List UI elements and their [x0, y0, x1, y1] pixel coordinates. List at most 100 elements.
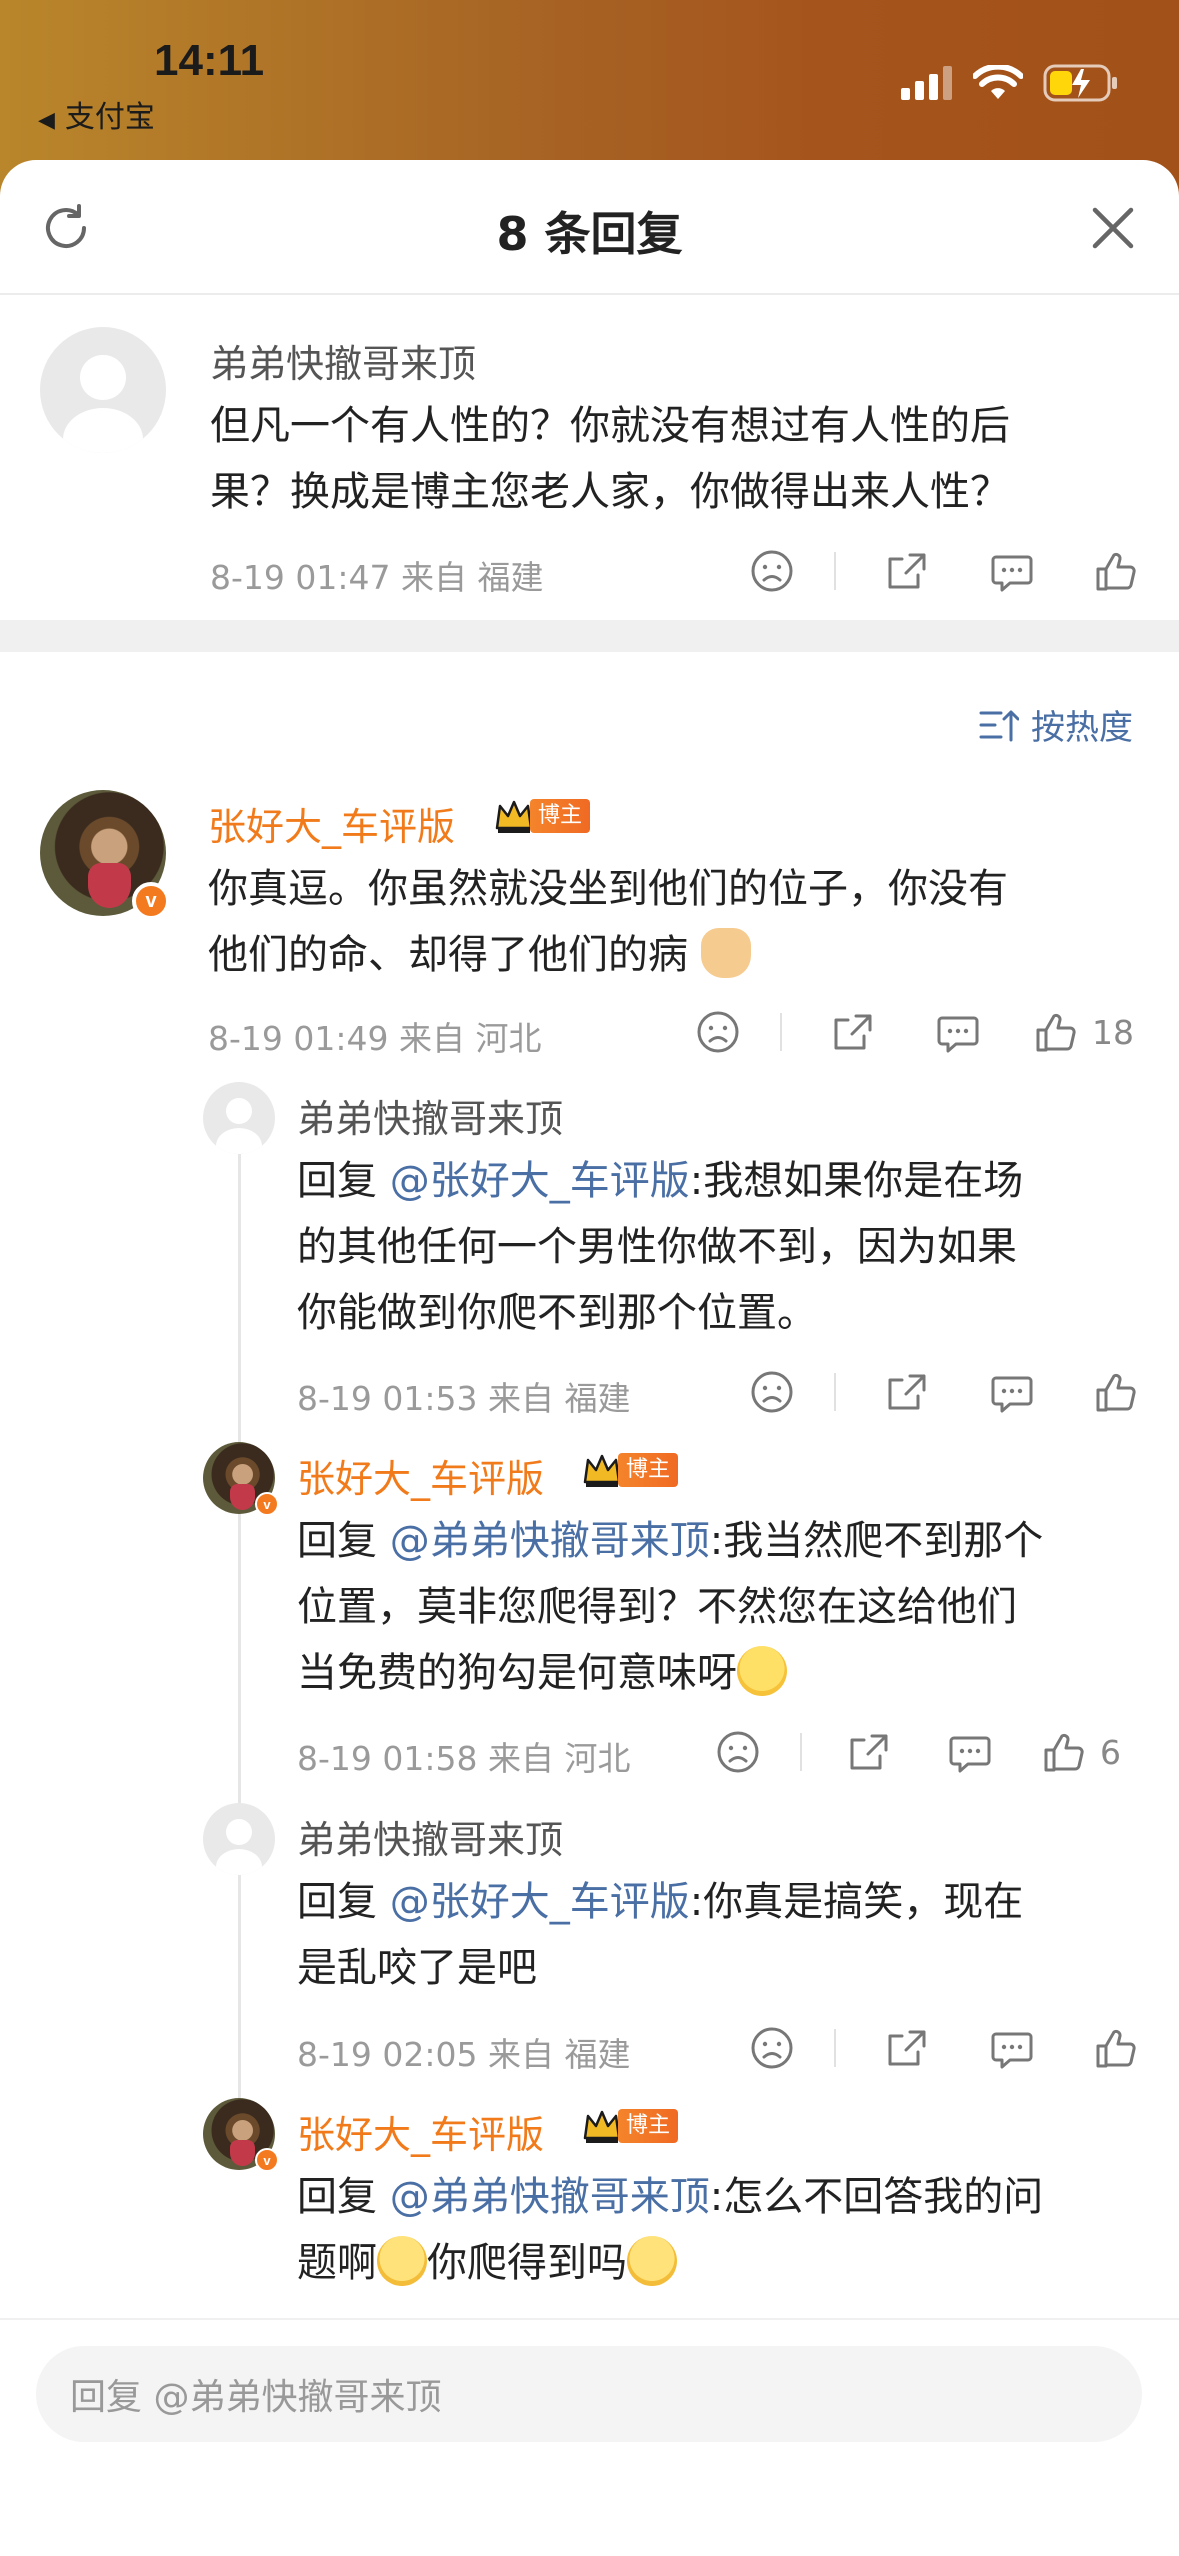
crown-icon — [583, 1454, 621, 1487]
comment-icon — [991, 1376, 1033, 1413]
blogger-badge-label: 博主 — [618, 1453, 679, 1487]
share-icon — [888, 2030, 926, 2066]
reply-text-line: 当免费的狗勾是何意味呀 — [297, 1640, 1043, 1706]
reply-input[interactable]: 回复 @弟弟快撤哥来顶 — [36, 2346, 1142, 2442]
reply-item: v 张好大_车评版 博主 回复 @弟弟快撤哥来顶:怎么不回答我的问 题啊 你爬得到… — [0, 2098, 1179, 2308]
avatar[interactable]: v — [40, 790, 170, 920]
verified-badge-icon: v — [255, 1492, 279, 1516]
like-button[interactable]: 18 — [1034, 1004, 1134, 1060]
comment-text: 但凡一个有人性的？你就没有想过有人性的后 果？换成是博主您老人家，你做得出来人性… — [210, 393, 1010, 525]
share-button[interactable] — [842, 1724, 898, 1780]
reply-text-line: 回复 @弟弟快撤哥来顶:我当然爬不到那个 — [297, 1508, 1043, 1574]
reply-username[interactable]: 弟弟快撤哥来顶 — [297, 1088, 563, 1143]
comment-username[interactable]: 张好大_车评版 — [208, 796, 455, 851]
sort-by-hot-button[interactable]: 按热度 — [979, 700, 1133, 749]
dislike-button[interactable] — [690, 1004, 746, 1060]
back-to-app-link[interactable]: ◀ 支付宝 — [38, 92, 155, 136]
comment-meta: 8-19 01:49 来自 河北 — [208, 1019, 542, 1058]
mention-link[interactable]: @张好大_车评版 — [390, 1879, 690, 1925]
reply-text-line: 回复 @弟弟快撤哥来顶:怎么不回答我的问 — [297, 2164, 1043, 2230]
reply-text-line: 回复 @张好大_车评版:我想如果你是在场 — [297, 1148, 1023, 1214]
close-icon[interactable] — [1087, 202, 1139, 254]
share-button[interactable] — [880, 543, 936, 599]
reply-bar: 回复 @弟弟快撤哥来顶 — [0, 2318, 1179, 2556]
reply-username[interactable]: 张好大_车评版 — [297, 1448, 544, 1503]
verified-badge-icon: v — [255, 2148, 279, 2172]
comment-meta: 8-19 01:47 来自 福建 — [210, 558, 544, 597]
reply-meta: 8-19 02:05 来自 福建 — [297, 2035, 631, 2074]
share-icon — [850, 1734, 888, 1770]
reply-button[interactable] — [930, 1004, 986, 1060]
reply-meta: 8-19 01:58 来自 河北 — [297, 1739, 631, 1778]
comment-text-line: 但凡一个有人性的？你就没有想过有人性的后 — [210, 403, 1010, 449]
share-button[interactable] — [880, 2020, 936, 2076]
thumbs-up-icon — [1036, 1013, 1076, 1052]
reply-text: 回复 @弟弟快撤哥来顶:我当然爬不到那个 位置，莫非您爬得到？不然您在这给他们 … — [297, 1508, 1043, 1706]
like-button[interactable] — [1088, 2020, 1144, 2076]
dislike-button[interactable] — [744, 2020, 800, 2076]
comment-icon — [949, 1736, 991, 1773]
reply-text: 回复 @张好大_车评版:我想如果你是在场 的其他任何一个男性你做不到，因为如果 … — [297, 1148, 1023, 1346]
avatar[interactable] — [203, 1082, 275, 1154]
comment-text-segment: 他们的命、却得了他们的病 — [208, 932, 688, 978]
avatar-figure — [230, 1483, 255, 1510]
status-time: 14:11 — [154, 36, 265, 85]
avatar[interactable] — [40, 327, 166, 453]
reply-text-line: 题啊 你爬得到吗 — [297, 2230, 1043, 2296]
reply-username[interactable]: 弟弟快撤哥来顶 — [297, 1809, 563, 1864]
dislike-button[interactable] — [744, 543, 800, 599]
action-separator — [800, 1733, 802, 1771]
mention-link[interactable]: @弟弟快撤哥来顶 — [390, 2174, 710, 2220]
reply-username[interactable]: 张好大_车评版 — [297, 2104, 544, 2159]
reply-button[interactable] — [984, 2020, 1040, 2076]
dislike-button[interactable] — [710, 1724, 766, 1780]
reply-button[interactable] — [984, 543, 1040, 599]
thumbs-up-icon — [1096, 552, 1136, 591]
reply-button[interactable] — [942, 1724, 998, 1780]
comment-icon — [937, 1016, 979, 1053]
share-button[interactable] — [826, 1004, 882, 1060]
avatar[interactable] — [203, 1803, 275, 1875]
status-icons — [901, 64, 1119, 102]
reply-item: 弟弟快撤哥来顶 回复 @张好大_车评版:我想如果你是在场 的其他任何一个男性你做… — [0, 1082, 1179, 1427]
like-count: 6 — [1100, 1732, 1121, 1772]
frown-icon — [751, 1371, 793, 1413]
comment-username[interactable]: 弟弟快撤哥来顶 — [210, 333, 476, 388]
sheet-title: 8 条回复 — [496, 207, 683, 261]
share-icon — [888, 553, 926, 589]
sort-icon — [979, 710, 1019, 741]
reply-text-segment: :我想如果你是在场 — [689, 1158, 1024, 1204]
reply-text-line: 位置，莫非您爬得到？不然您在这给他们 — [297, 1584, 1017, 1630]
avatar[interactable]: v — [203, 1442, 279, 1516]
action-separator — [834, 1373, 836, 1411]
reply-button[interactable] — [984, 1364, 1040, 1420]
frown-icon — [717, 1731, 759, 1773]
mention-link[interactable]: @弟弟快撤哥来顶 — [390, 1518, 710, 1564]
blogger-badge: 博主 — [582, 1452, 679, 1488]
frown-icon — [751, 2027, 793, 2069]
like-button[interactable] — [1088, 1364, 1144, 1420]
share-button[interactable] — [880, 1364, 936, 1420]
action-separator — [834, 552, 836, 590]
action-separator — [834, 2029, 836, 2067]
battery-icon — [1043, 64, 1117, 102]
reply-text: 回复 @张好大_车评版:你真是搞笑，现在 是乱咬了是吧 — [297, 1869, 1023, 2001]
like-button[interactable] — [1088, 543, 1144, 599]
thumbs-up-emoji-icon — [700, 928, 751, 978]
reply-text-segment: :你真是搞笑，现在 — [689, 1879, 1024, 1925]
dislike-button[interactable] — [744, 1364, 800, 1420]
frown-icon — [697, 1011, 739, 1053]
like-count: 18 — [1092, 1012, 1134, 1052]
avatar-figure — [230, 2139, 255, 2166]
comment-icon — [991, 2032, 1033, 2069]
section-divider — [0, 620, 1179, 652]
like-button[interactable]: 6 — [1042, 1724, 1121, 1780]
reply-text-segment: 你爬得到吗 — [427, 2240, 627, 2286]
reply-item: v 张好大_车评版 博主 回复 @弟弟快撤哥来顶:我当然爬不到那个 位置，莫非您… — [0, 1442, 1179, 1787]
wifi-icon — [973, 65, 1023, 99]
blogger-badge-label: 博主 — [618, 2109, 679, 2143]
verified-badge-icon: v — [132, 882, 170, 920]
mention-link[interactable]: @张好大_车评版 — [390, 1158, 690, 1204]
share-icon — [888, 1374, 926, 1410]
avatar[interactable]: v — [203, 2098, 279, 2172]
